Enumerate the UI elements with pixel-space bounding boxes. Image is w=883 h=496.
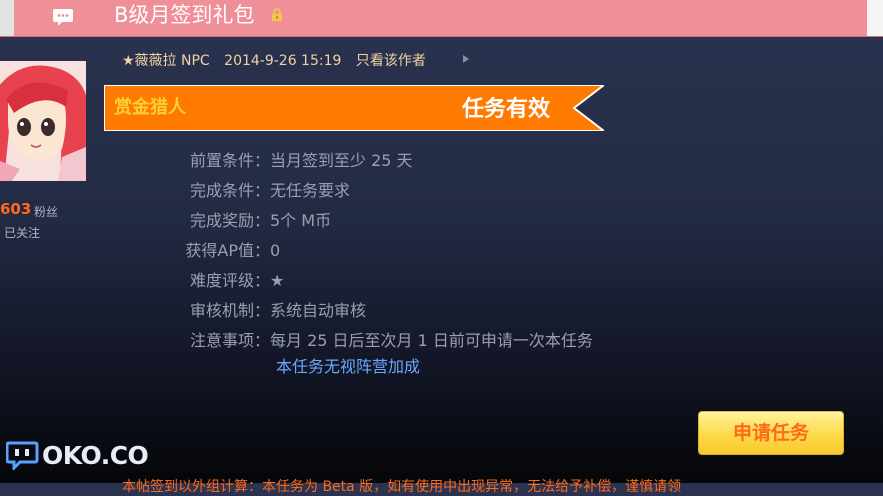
post-meta: ★薇薇拉 NPC 2014-9-26 15:19 只看该作者 [122,50,426,70]
chat-bubble-icon [53,9,73,26]
follow-status[interactable]: 已关注 [4,224,40,241]
watermark: OKO.CO [6,440,149,470]
row-value: ★ [270,271,285,290]
author-name[interactable]: ★薇薇拉 NPC [122,53,210,69]
row-value: 无任务要求 [270,181,351,200]
avatar[interactable] [0,61,86,181]
caret-right-icon[interactable] [462,54,470,64]
page-title: B级月签到礼包 [114,3,255,27]
row-label: 完成条件： [189,181,270,200]
task-row-ap: 获得AP值：0 [150,237,280,261]
row-value: 系统自动审核 [270,301,367,320]
task-row-prerequisite: 前置条件：当月签到至少 25 天 [150,147,413,171]
task-row-difficulty: 难度评级：★ [150,267,284,291]
watermark-text: OKO.CO [42,440,149,470]
row-value: 每月 25 日后至次月 1 日前可申请一次本任务 [270,331,593,350]
avatar-illustration [0,61,86,181]
left-panel-strip [0,0,14,36]
task-category: 赏金猎人 [114,97,186,118]
bottom-notice: 本帖签到以外组计算：本任务为 Beta 版，如有使用中出现异常，无法给予补偿，谨… [122,479,682,495]
watermark-logo-icon [6,441,39,470]
apply-task-button[interactable]: 申请任务 [698,411,844,455]
lock-icon [272,8,282,21]
row-label: 完成奖励： [189,211,270,230]
row-label: 前置条件： [189,151,270,170]
task-banner: 赏金猎人 任务有效 [104,85,604,131]
task-status: 任务有效 [462,97,551,122]
post-title-bar: B级月签到礼包 [0,0,883,37]
task-row-completion: 完成条件：无任务要求 [150,177,350,201]
row-label: 注意事项： [189,331,270,350]
post-datetime: 2014-9-26 15:19 [224,53,342,69]
task-note-highlight: 本任务无视阵营加成 [276,357,421,376]
row-label: 审核机制： [189,301,270,320]
task-row-review: 审核机制：系统自动审核 [150,297,366,321]
fans-label: 粉丝 [34,205,59,219]
row-value: 当月签到至少 25 天 [270,151,413,170]
task-row-notes: 注意事项：每月 25 日后至次月 1 日前可申请一次本任务 [150,327,593,351]
row-value: 0 [270,241,281,260]
only-author-link[interactable]: 只看该作者 [356,53,426,69]
row-value: 5个 M币 [270,211,332,230]
scrollbar-track[interactable] [867,0,883,36]
fans-count: 603 [0,200,32,218]
row-label: 获得AP值： [185,241,270,260]
task-row-reward: 完成奖励：5个 M币 [150,207,331,231]
row-label: 难度评级： [189,271,270,290]
